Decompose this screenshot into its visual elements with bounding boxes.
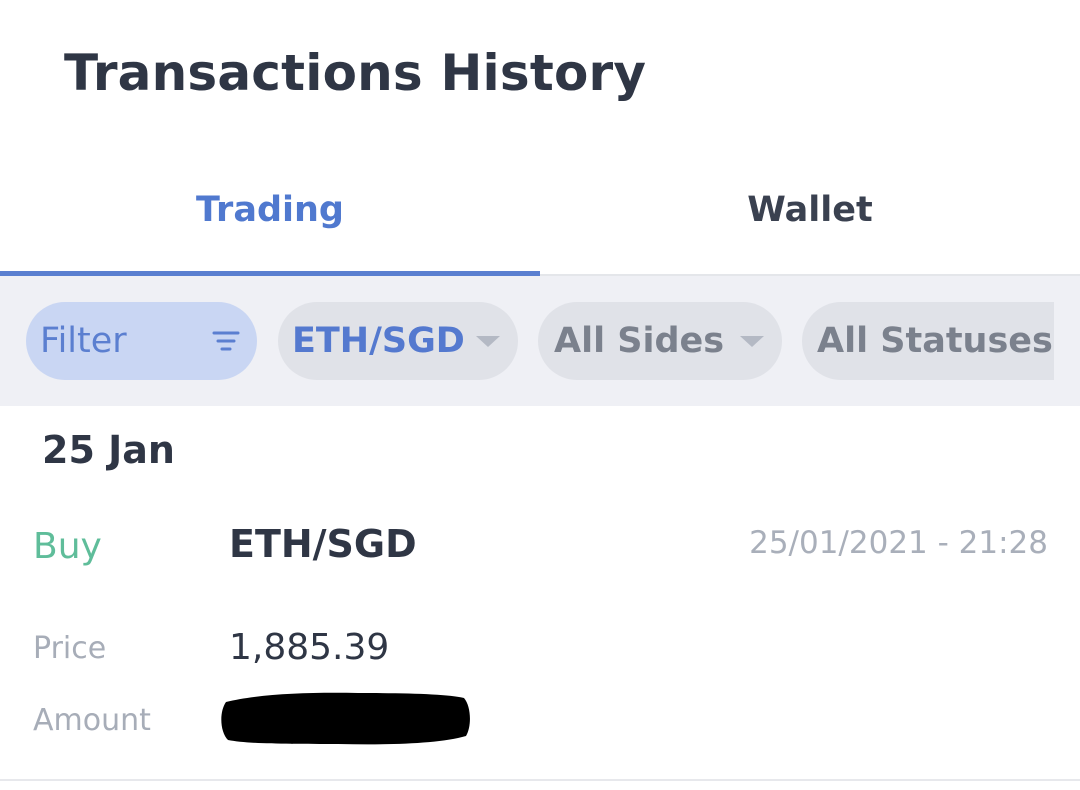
chevron-down-icon [476,336,500,347]
redaction-mark [221,692,470,745]
date-group-header: 25 Jan [42,428,175,472]
tab-bar: Trading Wallet [0,168,1080,276]
filter-button[interactable]: Filter [26,302,257,380]
chevron-down-icon [740,336,764,347]
tab-wallet[interactable]: Wallet [540,168,1080,274]
pair-dropdown-label: ETH/SGD [292,321,465,361]
price-label: Price [33,631,107,666]
filter-label: Filter [40,321,127,361]
status-dropdown-label: All Statuses [817,321,1053,361]
filter-bar: Filter ETH/SGD All Sides All Statuses [0,276,1080,406]
list-divider [0,779,1080,781]
page-title: Transactions History [64,44,647,102]
pair-dropdown[interactable]: ETH/SGD [278,302,518,380]
side-dropdown-label: All Sides [554,321,725,361]
filter-icon [212,331,240,351]
transaction-timestamp: 25/01/2021 - 21:28 [749,525,1048,561]
status-dropdown[interactable]: All Statuses [802,302,1054,380]
transaction-pair: ETH/SGD [229,522,417,566]
side-dropdown[interactable]: All Sides [538,302,782,380]
transaction-side: Buy [33,526,102,567]
tab-trading[interactable]: Trading [0,168,540,276]
amount-label: Amount [33,703,151,738]
price-value: 1,885.39 [229,627,390,668]
